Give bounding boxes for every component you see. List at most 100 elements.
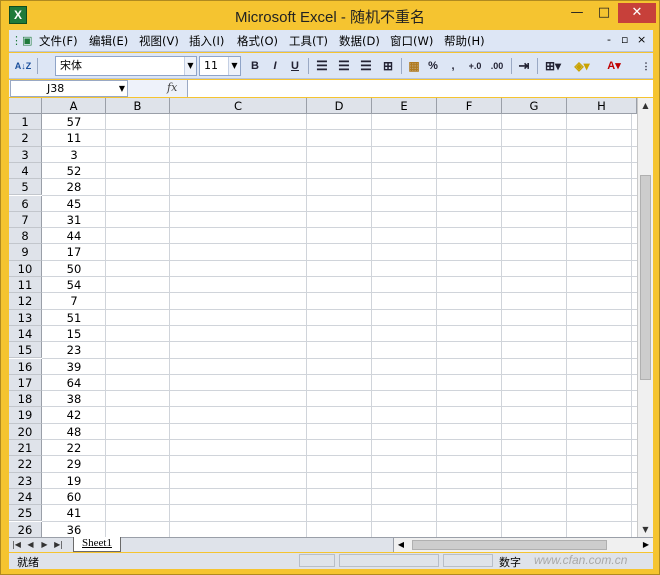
doc-minimize-button[interactable]: -	[607, 33, 611, 46]
row-header[interactable]: 10	[9, 260, 42, 277]
percent-button[interactable]: %	[425, 57, 441, 75]
row-header[interactable]: 7	[9, 211, 42, 229]
menu-help[interactable]: 帮助(H)	[444, 33, 485, 49]
formula-input[interactable]	[187, 80, 653, 97]
cell-a[interactable]: 11	[42, 130, 106, 146]
scroll-down-icon[interactable]: ▼	[638, 522, 653, 537]
align-right-icon[interactable]: ☰	[357, 57, 375, 75]
menu-window[interactable]: 窗口(W)	[390, 33, 433, 49]
cell-a[interactable]: 60	[42, 489, 106, 505]
minimize-button[interactable]: —	[564, 3, 590, 23]
cell-a[interactable]: 15	[42, 326, 106, 342]
cell-a[interactable]: 22	[42, 440, 106, 456]
menu-view[interactable]: 视图(V)	[139, 33, 179, 49]
cell-a[interactable]: 57	[42, 114, 106, 130]
menu-tools[interactable]: 工具(T)	[289, 33, 328, 49]
cell-a[interactable]: 17	[42, 244, 106, 260]
row-header[interactable]: 8	[9, 228, 42, 245]
scroll-up-icon[interactable]: ▲	[638, 98, 653, 113]
cell-a[interactable]: 36	[42, 522, 106, 538]
row-header[interactable]: 25	[9, 505, 42, 522]
next-sheet-icon[interactable]: ▶	[39, 538, 50, 552]
row-header[interactable]: 16	[9, 358, 42, 375]
column-header-c[interactable]: C	[170, 98, 307, 114]
chevron-down-icon[interactable]: ▼	[228, 57, 240, 75]
row-header[interactable]: 11	[9, 277, 42, 294]
close-button[interactable]: ✕	[618, 3, 656, 23]
cell-a[interactable]: 51	[42, 310, 106, 326]
row-header[interactable]: 26	[9, 521, 42, 537]
row-header[interactable]: 18	[9, 391, 42, 408]
maximize-button[interactable]: □	[591, 3, 617, 23]
row-header[interactable]: 13	[9, 309, 42, 326]
row-header[interactable]: 6	[9, 195, 42, 212]
decrease-decimal-button[interactable]: .00	[487, 57, 507, 75]
row-header[interactable]: 19	[9, 407, 42, 424]
row-header[interactable]: 24	[9, 488, 42, 506]
cell-a[interactable]: 54	[42, 277, 106, 293]
underline-button[interactable]: U	[287, 57, 303, 75]
align-center-icon[interactable]: ☰	[335, 57, 353, 75]
increase-decimal-button[interactable]: +.0	[465, 57, 485, 75]
row-header[interactable]: 1	[9, 114, 42, 131]
indent-icon[interactable]: ⇥	[515, 57, 533, 75]
merge-center-icon[interactable]: ⊞	[379, 57, 397, 75]
row-header[interactable]: 5	[9, 179, 42, 196]
cell-a[interactable]: 50	[42, 261, 106, 277]
horizontal-scrollbar[interactable]: ◀ ▶	[393, 538, 653, 552]
row-header[interactable]: 15	[9, 342, 42, 359]
sort-ascending-icon[interactable]: A↓Z	[11, 57, 35, 75]
doc-close-button[interactable]: ×	[637, 33, 646, 46]
row-header[interactable]: 2	[9, 130, 42, 147]
cell-a[interactable]: 31	[42, 212, 106, 228]
column-header-a[interactable]: A	[42, 98, 106, 114]
row-header[interactable]: 21	[9, 440, 42, 457]
vertical-scrollbar[interactable]: ▲ ▼	[637, 98, 653, 537]
italic-button[interactable]: I	[267, 57, 283, 75]
row-header[interactable]: 3	[9, 146, 42, 163]
scroll-left-icon[interactable]: ◀	[394, 538, 408, 552]
vertical-scroll-thumb[interactable]	[640, 175, 651, 380]
row-header[interactable]: 9	[9, 244, 42, 261]
row-header[interactable]: 14	[9, 325, 42, 343]
cell-a[interactable]: 23	[42, 342, 106, 358]
cell-a[interactable]: 28	[42, 179, 106, 195]
cell-a[interactable]: 45	[42, 196, 106, 212]
doc-restore-button[interactable]: ▫	[621, 33, 628, 46]
bold-button[interactable]: B	[247, 57, 263, 75]
cell-a[interactable]: 38	[42, 391, 106, 407]
column-header-b[interactable]: B	[106, 98, 170, 114]
menu-insert[interactable]: 插入(I)	[189, 33, 224, 49]
cell-a[interactable]: 29	[42, 456, 106, 472]
cell-a[interactable]: 19	[42, 473, 106, 489]
font-name-select[interactable]: 宋体 ▼	[55, 56, 197, 76]
prev-sheet-icon[interactable]: ◀	[25, 538, 36, 552]
row-header[interactable]: 17	[9, 374, 42, 392]
cell-a[interactable]: 39	[42, 359, 106, 375]
last-sheet-icon[interactable]: ▶|	[53, 538, 64, 552]
row-header[interactable]: 20	[9, 423, 42, 440]
cell-a[interactable]: 7	[42, 293, 106, 309]
row-header[interactable]: 12	[9, 293, 42, 310]
cell-a[interactable]: 44	[42, 228, 106, 244]
row-header[interactable]: 22	[9, 456, 42, 473]
insert-function-icon[interactable]: fx	[167, 81, 177, 94]
select-all-corner[interactable]	[9, 98, 42, 114]
horizontal-scroll-thumb[interactable]	[412, 540, 607, 550]
row-header[interactable]: 23	[9, 472, 42, 489]
sheet-tab-sheet1[interactable]: Sheet1	[73, 537, 121, 552]
cell-a[interactable]: 41	[42, 505, 106, 521]
menu-format[interactable]: 格式(O)	[237, 33, 278, 49]
borders-icon[interactable]: ⊞▾	[541, 57, 565, 75]
column-header-g[interactable]: G	[502, 98, 567, 114]
row-header[interactable]: 4	[9, 162, 42, 180]
font-color-button[interactable]: A▾	[601, 57, 627, 75]
currency-icon[interactable]: ▦	[405, 57, 423, 75]
worksheet-grid[interactable]: A B C D E F G H 1 57 2 11 3 3 4 52 5 28 6 45 7 31 8 44 9…	[9, 98, 637, 537]
align-left-icon[interactable]: ☰	[313, 57, 331, 75]
column-header-h[interactable]: H	[567, 98, 637, 114]
chevron-down-icon[interactable]: ▼	[119, 81, 125, 96]
comma-style-button[interactable]: ,	[447, 57, 459, 75]
cell-a[interactable]: 42	[42, 407, 106, 423]
cell-a[interactable]: 64	[42, 375, 106, 391]
